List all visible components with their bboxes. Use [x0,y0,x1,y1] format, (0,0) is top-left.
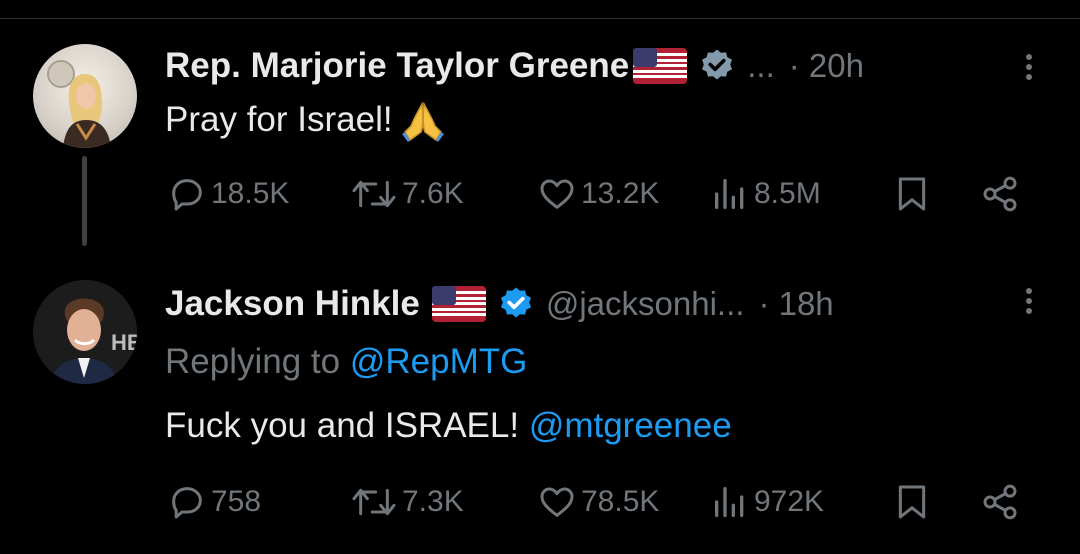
tweet-text: Fuck you and ISRAEL! @mtgreenee [165,406,732,446]
repost-icon [352,488,396,516]
tweet-actions: 758 7.3K 78.5K 972K [0,480,1080,524]
tweet-text-body: Fuck you and ISRAEL! [165,406,520,445]
mention-link[interactable]: @mtgreenee [529,406,732,445]
reply-count: 758 [211,485,262,518]
display-name[interactable]: Jackson Hinkle [165,284,420,324]
repost-button[interactable]: 7.6K [350,172,464,216]
svg-text:HB: HB [111,330,137,355]
bookmark-icon [898,485,926,519]
reply-icon [172,179,202,211]
avatar[interactable] [33,44,137,148]
bookmark-button[interactable] [892,480,932,524]
repost-count: 7.3K [402,485,464,518]
like-button[interactable]: 13.2K [537,172,659,216]
views-button[interactable]: 8.5M [710,172,821,216]
more-icon[interactable] [1024,50,1034,84]
top-divider [0,18,1080,19]
views-icon [715,487,744,517]
us-flag-icon [431,286,486,322]
tweet-actions: 18.5K 7.6K 13.2K 8.5M [0,172,1080,216]
share-icon [983,484,1017,520]
handle[interactable]: @jacksonhi... [546,285,745,323]
avatar[interactable]: HB [33,280,137,384]
replying-to-label: Replying to [165,342,341,381]
share-button[interactable] [980,172,1020,216]
repost-icon [352,180,396,208]
timestamp[interactable]: · 18h [758,285,833,323]
like-count: 13.2K [581,177,660,210]
replying-to: Replying to @RepMTG [165,342,527,382]
verified-icon[interactable] [498,286,534,322]
like-count: 78.5K [581,485,660,518]
repost-count: 7.6K [402,177,464,210]
tweet-text-body: Pray for Israel! [165,100,403,139]
share-button[interactable] [980,480,1020,524]
views-count: 8.5M [754,177,821,210]
avatar-image [47,60,111,148]
views-icon [715,179,744,209]
us-flag-icon [633,48,688,84]
views-count: 972K [754,485,825,518]
bookmark-button[interactable] [892,172,932,216]
like-icon [540,179,574,209]
more-icon[interactable] [1024,284,1034,318]
tweet-text: Pray for Israel! [165,100,445,142]
like-button[interactable]: 78.5K [537,480,659,524]
display-name[interactable]: Rep. Marjorie Taylor Greene [165,46,629,86]
handle[interactable]: ... [747,47,775,85]
reply-icon [172,487,202,519]
reply-count: 18.5K [211,177,290,210]
bookmark-icon [898,177,926,211]
share-icon [983,176,1017,212]
verified-icon[interactable] [699,48,735,84]
replying-to-handle-link[interactable]: @RepMTG [350,342,528,381]
reply-button[interactable]: 758 [167,480,261,524]
reply-button[interactable]: 18.5K [167,172,289,216]
repost-button[interactable]: 7.3K [350,480,464,524]
praying-hands-emoji [402,101,445,142]
timestamp[interactable]: · 20h [789,47,864,85]
tweet-header: Rep. Marjorie Taylor Greene ... · 20h [165,46,864,86]
avatar-image: HB [33,280,137,384]
like-icon [540,487,574,517]
views-button[interactable]: 972K [710,480,824,524]
tweet-header: Jackson Hinkle @jacksonhi... · 18h [165,284,834,324]
